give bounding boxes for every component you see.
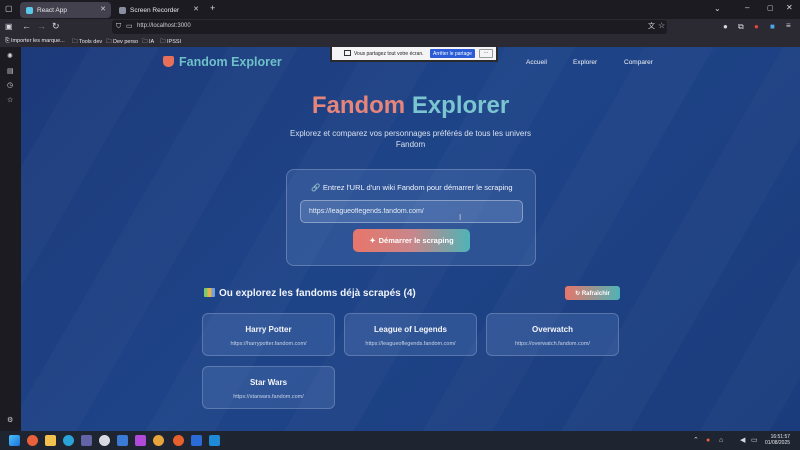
word-icon[interactable] bbox=[191, 435, 202, 446]
bookmark-folder-ia[interactable]: 🗀 IA bbox=[142, 38, 154, 47]
network-icon[interactable]: ⌂ bbox=[719, 437, 723, 444]
sidebar-toggle-icon[interactable]: ▣ bbox=[5, 23, 13, 31]
fandom-name: Star Wars bbox=[249, 378, 288, 387]
site-logo[interactable]: Fandom Explorer bbox=[163, 55, 282, 69]
browser-sidebar: ✺ ▤ ◷ ☆ ⚙ bbox=[0, 47, 21, 431]
tab-label: React App bbox=[37, 6, 67, 14]
hero-title: Fandom Explorer bbox=[311, 92, 510, 119]
tab-list-icon[interactable]: ▢ bbox=[5, 5, 13, 13]
edge-icon[interactable] bbox=[63, 435, 74, 446]
app-icon-1[interactable] bbox=[27, 435, 38, 446]
github-desktop-icon[interactable] bbox=[99, 435, 110, 446]
books-icon bbox=[204, 288, 215, 297]
close-icon[interactable]: ✕ bbox=[193, 5, 199, 13]
bookmarks-bar: ⎘ Importer les marque... 🗀 Tools dev 🗀 D… bbox=[0, 35, 800, 47]
browser-tab-bar: ▢ React App ✕ Screen Recorder ✕ + ⌄ – ▢ … bbox=[0, 0, 800, 19]
scrape-card: 🔗 Entrez l'URL d'un wiki Fandom pour dém… bbox=[286, 169, 536, 266]
fandom-url-input[interactable] bbox=[300, 200, 523, 223]
fandom-url: https://overwatch.fandom.com/ bbox=[515, 341, 590, 347]
fandom-card-harry-potter[interactable]: Harry Potter https://harrypotter.fandom.… bbox=[202, 313, 335, 356]
fandom-name: Harry Potter bbox=[245, 325, 292, 334]
text-cursor-icon: I bbox=[459, 213, 462, 222]
tab-screen-recorder[interactable]: Screen Recorder ✕ bbox=[113, 2, 204, 18]
start-scraping-button[interactable]: ✦ Démarrer le scraping bbox=[353, 229, 470, 252]
forward-icon[interactable]: → bbox=[37, 22, 46, 31]
fandom-card-overwatch[interactable]: Overwatch https://overwatch.fandom.com/ bbox=[486, 313, 619, 356]
synced-tabs-icon[interactable]: ▤ bbox=[7, 68, 14, 75]
refresh-button[interactable]: ↻ Rafraîchir bbox=[565, 286, 620, 300]
tray-app-icon[interactable]: ● bbox=[706, 437, 710, 444]
search-icon[interactable] bbox=[153, 435, 164, 446]
bookmark-folder-dev-perso[interactable]: 🗀 Dev perso bbox=[106, 38, 138, 47]
clock[interactable]: 16:51:57 01/08/2025 bbox=[765, 434, 790, 446]
screen-icon bbox=[344, 50, 351, 56]
bookmarks-icon[interactable]: ☆ bbox=[7, 97, 13, 104]
bookmark-folder-ipssi[interactable]: 🗀 IPSSI bbox=[160, 38, 181, 47]
battery-icon[interactable]: ▭ bbox=[751, 437, 758, 444]
section-title: Ou explorez les fandoms déjà scrapés (4) bbox=[204, 288, 416, 299]
menu-icon[interactable]: ≡ bbox=[786, 22, 791, 30]
extensions-icon[interactable]: ⧉ bbox=[738, 23, 744, 31]
bookmark-folder-tools-dev[interactable]: 🗀 Tools dev bbox=[72, 38, 102, 47]
recorder-favicon-icon bbox=[119, 6, 126, 14]
chevron-down-icon[interactable]: ⌄ bbox=[714, 5, 721, 13]
extension-red-icon[interactable]: ● bbox=[754, 23, 759, 31]
tab-label: Screen Recorder bbox=[130, 6, 180, 14]
ai-chat-icon[interactable]: ✺ bbox=[7, 53, 13, 60]
app-icon-7[interactable] bbox=[117, 435, 128, 446]
back-icon[interactable]: ← bbox=[22, 22, 31, 31]
maximize-icon[interactable]: ▢ bbox=[767, 5, 774, 12]
vscode-icon[interactable] bbox=[209, 435, 220, 446]
nav-link-accueil[interactable]: Accueil bbox=[526, 59, 547, 66]
page-icon: ▭ bbox=[126, 23, 133, 30]
scrape-card-label: 🔗 Entrez l'URL d'un wiki Fandom pour dém… bbox=[311, 183, 513, 192]
clock-date: 01/08/2025 bbox=[765, 440, 791, 446]
history-icon[interactable]: ◷ bbox=[7, 82, 13, 89]
refresh-icon: ↻ bbox=[575, 290, 581, 297]
file-explorer-icon[interactable] bbox=[45, 435, 56, 446]
teams-icon[interactable] bbox=[81, 435, 92, 446]
tray-chevron-icon[interactable]: ⌃ bbox=[693, 437, 699, 444]
star-icon[interactable]: ☆ bbox=[658, 22, 665, 30]
web-page: Fandom Explorer Accueil Explorer Compare… bbox=[21, 47, 800, 431]
theater-mask-icon bbox=[163, 56, 174, 67]
address-bar[interactable]: ⛉ ▭ http://localhost:3000 文 ☆ bbox=[112, 20, 667, 34]
translate-icon[interactable]: 文 bbox=[648, 23, 655, 30]
nav-link-explorer[interactable]: Explorer bbox=[573, 59, 597, 66]
react-favicon-icon bbox=[26, 6, 33, 14]
wand-icon: ✦ bbox=[369, 236, 376, 245]
fandom-name: Overwatch bbox=[532, 325, 573, 334]
settings-icon[interactable]: ⚙ bbox=[7, 417, 13, 424]
screen-share-bar: Vous partagez tout votre écran. Arrêter … bbox=[330, 47, 498, 62]
github-icon[interactable]: ● bbox=[723, 23, 728, 31]
fandom-url: https://harrypotter.fandom.com/ bbox=[230, 341, 307, 347]
window-close-icon[interactable]: ✕ bbox=[786, 4, 793, 12]
browser-nav-bar: ▣ ← → ↻ ⛉ ▭ http://localhost:3000 文 ☆ ● … bbox=[0, 19, 800, 35]
speaker-icon[interactable]: ◀ bbox=[740, 437, 745, 444]
app-icon-8[interactable] bbox=[135, 435, 146, 446]
share-message: Vous partagez tout votre écran. bbox=[354, 51, 424, 57]
fandom-card-league-of-legends[interactable]: League of Legends https://leagueoflegend… bbox=[344, 313, 477, 356]
extension-blue-icon[interactable]: ■ bbox=[770, 23, 775, 31]
minimize-icon[interactable]: – bbox=[745, 4, 749, 12]
url-text: http://localhost:3000 bbox=[137, 23, 191, 29]
bookmark-import[interactable]: ⎘ Importer les marque... bbox=[5, 38, 65, 45]
fandom-name: League of Legends bbox=[374, 325, 447, 334]
firefox-icon[interactable] bbox=[173, 435, 184, 446]
fandom-card-star-wars[interactable]: Star Wars https://starwars.fandom.com/ bbox=[202, 366, 335, 409]
fandom-url: https://starwars.fandom.com/ bbox=[233, 394, 304, 400]
new-tab-icon[interactable]: + bbox=[210, 4, 215, 13]
shield-icon: ⛉ bbox=[116, 23, 122, 30]
reload-icon[interactable]: ↻ bbox=[52, 22, 60, 31]
windows-start-icon[interactable] bbox=[9, 435, 20, 446]
stop-sharing-button[interactable]: Arrêter le partage bbox=[430, 49, 475, 58]
tab-react-app[interactable]: React App ✕ bbox=[20, 2, 111, 18]
close-icon[interactable]: ✕ bbox=[100, 5, 106, 13]
hero-subtitle: Explorez et comparez vos personnages pré… bbox=[289, 129, 531, 149]
os-taskbar: ⌃ ● ⌂ ◀ ▭ 16:51:57 01/08/2025 bbox=[0, 431, 800, 450]
more-options-button[interactable]: ... bbox=[479, 49, 493, 58]
fandom-url: https://leagueoflegends.fandom.com/ bbox=[365, 341, 456, 347]
nav-link-comparer[interactable]: Comparer bbox=[624, 59, 653, 66]
